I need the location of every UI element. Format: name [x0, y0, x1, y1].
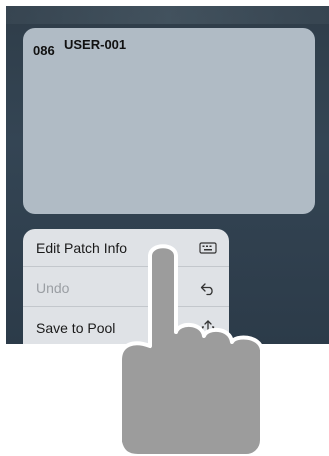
pointing-hand-icon: [118, 244, 264, 456]
